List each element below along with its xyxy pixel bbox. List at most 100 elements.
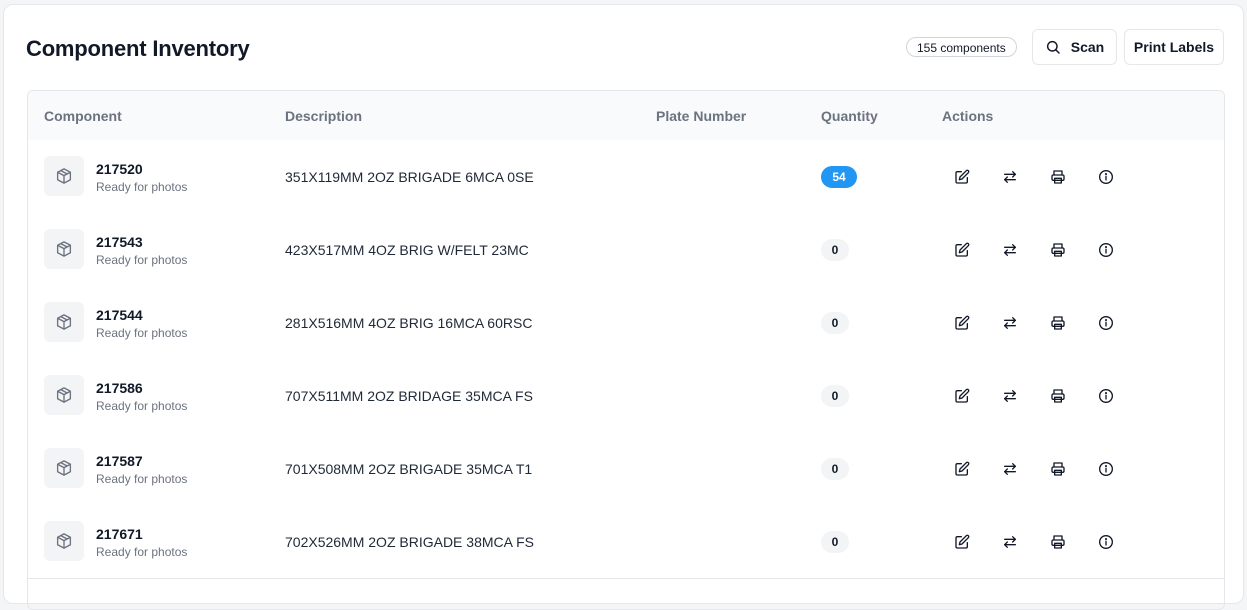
info-icon xyxy=(1098,242,1114,258)
component-description: 281X516MM 4OZ BRIG 16MCA 60RSC xyxy=(285,315,533,331)
column-header-actions: Actions xyxy=(942,108,994,124)
print-icon xyxy=(1050,461,1066,477)
transfer-icon xyxy=(1002,242,1018,258)
component-thumbnail xyxy=(44,229,84,269)
transfer-button[interactable] xyxy=(997,383,1023,409)
package-icon xyxy=(55,386,73,404)
component-description: 702X526MM 2OZ BRIGADE 38MCA FS xyxy=(285,534,534,550)
component-id[interactable]: 217671 xyxy=(96,526,143,542)
component-id[interactable]: 217543 xyxy=(96,234,143,250)
component-thumbnail xyxy=(44,448,84,488)
quantity-badge: 0 xyxy=(821,458,849,480)
print-button[interactable] xyxy=(1045,529,1071,555)
edit-button[interactable] xyxy=(949,529,975,555)
edit-icon xyxy=(954,461,970,477)
component-description: 351X119MM 2OZ BRIGADE 6MCA 0SE xyxy=(285,169,534,185)
quantity-badge: 0 xyxy=(821,385,849,407)
component-description: 701X508MM 2OZ BRIGADE 35MCA T1 xyxy=(285,461,533,477)
quantity-badge: 0 xyxy=(821,312,849,334)
edit-button[interactable] xyxy=(949,456,975,482)
transfer-icon xyxy=(1002,169,1018,185)
table-row[interactable]: 217586 Ready for photos 707X511MM 2OZ BR… xyxy=(28,359,1224,433)
transfer-button[interactable] xyxy=(997,237,1023,263)
component-id[interactable]: 217520 xyxy=(96,161,143,177)
info-button[interactable] xyxy=(1093,383,1119,409)
table-row[interactable]: 217671 Ready for photos 702X526MM 2OZ BR… xyxy=(28,505,1224,579)
component-status: Ready for photos xyxy=(96,545,188,559)
component-thumbnail xyxy=(44,156,84,196)
transfer-button[interactable] xyxy=(997,164,1023,190)
edit-icon xyxy=(954,388,970,404)
package-icon xyxy=(55,313,73,331)
info-icon xyxy=(1098,315,1114,331)
print-icon xyxy=(1050,169,1066,185)
component-id[interactable]: 217587 xyxy=(96,453,143,469)
edit-icon xyxy=(954,169,970,185)
info-icon xyxy=(1098,169,1114,185)
table-row[interactable]: 217543 Ready for photos 423X517MM 4OZ BR… xyxy=(28,213,1224,287)
info-icon xyxy=(1098,388,1114,404)
table-row[interactable]: 217520 Ready for photos 351X119MM 2OZ BR… xyxy=(28,140,1224,214)
quantity-badge: 0 xyxy=(821,239,849,261)
component-status: Ready for photos xyxy=(96,472,188,486)
print-icon xyxy=(1050,534,1066,550)
component-status: Ready for photos xyxy=(96,399,188,413)
table-header: Component Description Plate Number Quant… xyxy=(28,91,1224,141)
quantity-badge: 54 xyxy=(821,166,857,188)
transfer-button[interactable] xyxy=(997,310,1023,336)
edit-button[interactable] xyxy=(949,237,975,263)
component-id[interactable]: 217586 xyxy=(96,380,143,396)
column-header-description: Description xyxy=(285,108,363,124)
inventory-card: Component Inventory 155 components Scan … xyxy=(3,4,1244,610)
transfer-button[interactable] xyxy=(997,529,1023,555)
edit-button[interactable] xyxy=(949,164,975,190)
info-button[interactable] xyxy=(1093,529,1119,555)
components-table: Component Description Plate Number Quant… xyxy=(27,90,1225,610)
edit-icon xyxy=(954,534,970,550)
info-icon xyxy=(1098,461,1114,477)
transfer-icon xyxy=(1002,388,1018,404)
scan-button-label: Scan xyxy=(1070,39,1105,55)
transfer-icon xyxy=(1002,315,1018,331)
info-button[interactable] xyxy=(1093,164,1119,190)
print-button[interactable] xyxy=(1045,383,1071,409)
component-status: Ready for photos xyxy=(96,180,188,194)
info-button[interactable] xyxy=(1093,237,1119,263)
info-button[interactable] xyxy=(1093,310,1119,336)
component-id[interactable]: 217544 xyxy=(96,307,143,323)
column-header-plate-number: Plate Number xyxy=(656,108,747,124)
table-row[interactable]: 217544 Ready for photos 281X516MM 4OZ BR… xyxy=(28,286,1224,360)
package-icon xyxy=(55,459,73,477)
package-icon xyxy=(55,532,73,550)
component-status: Ready for photos xyxy=(96,326,188,340)
print-icon xyxy=(1050,315,1066,331)
package-icon xyxy=(55,167,73,185)
info-button[interactable] xyxy=(1093,456,1119,482)
table-row[interactable]: 217587 Ready for photos 701X508MM 2OZ BR… xyxy=(28,432,1224,506)
page-title: Component Inventory xyxy=(26,36,250,61)
component-description: 423X517MM 4OZ BRIG W/FELT 23MC xyxy=(285,242,529,258)
scan-button[interactable]: Scan xyxy=(1032,29,1117,65)
print-button[interactable] xyxy=(1045,237,1071,263)
package-icon xyxy=(55,240,73,258)
transfer-icon xyxy=(1002,461,1018,477)
print-labels-button-label: Print Labels xyxy=(1133,39,1215,55)
edit-button[interactable] xyxy=(949,310,975,336)
print-button[interactable] xyxy=(1045,164,1071,190)
edit-button[interactable] xyxy=(949,383,975,409)
edit-icon xyxy=(954,242,970,258)
transfer-button[interactable] xyxy=(997,456,1023,482)
print-labels-button[interactable]: Print Labels xyxy=(1124,29,1224,65)
component-thumbnail xyxy=(44,302,84,342)
component-status: Ready for photos xyxy=(96,253,188,267)
component-thumbnail xyxy=(44,375,84,415)
transfer-icon xyxy=(1002,534,1018,550)
component-description: 707X511MM 2OZ BRIDAGE 35MCA FS xyxy=(285,388,533,404)
component-count-badge: 155 components xyxy=(906,37,1017,57)
print-icon xyxy=(1050,242,1066,258)
print-button[interactable] xyxy=(1045,310,1071,336)
component-thumbnail xyxy=(44,521,84,561)
print-button[interactable] xyxy=(1045,456,1071,482)
column-header-quantity: Quantity xyxy=(821,108,878,124)
quantity-badge: 0 xyxy=(821,531,849,553)
